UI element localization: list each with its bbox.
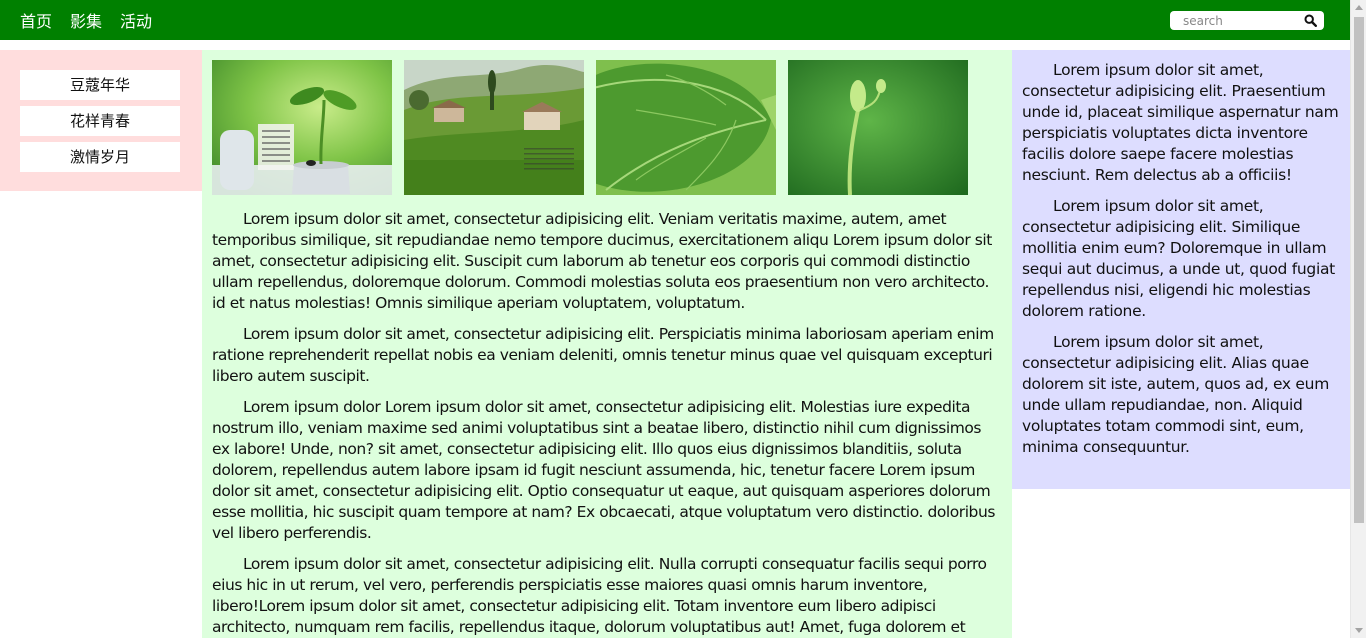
- main-paragraph-1: Lorem ipsum dolor sit amet, consectetur …: [212, 210, 992, 312]
- seedling-calendar-image[interactable]: [212, 60, 392, 195]
- sidebar-item-2[interactable]: 花样青春: [20, 106, 180, 136]
- main-paragraph-3: Lorem ipsum dolor Lorem ipsum dolor sit …: [212, 398, 995, 542]
- page: 首页 影集 活动 豆蔻年华 花样青春 激情岁月: [0, 0, 1366, 638]
- main-paragraph-4: Lorem ipsum dolor sit amet, consectetur …: [212, 555, 987, 636]
- countryside-landscape-image[interactable]: [404, 60, 584, 195]
- nav-item-events[interactable]: 活动: [120, 8, 152, 32]
- main-content: Lorem ipsum dolor sit amet, consectetur …: [202, 50, 1012, 638]
- scroll-down-arrow-icon[interactable]: [1355, 628, 1363, 633]
- main-paragraph-2: Lorem ipsum dolor sit amet, consectetur …: [212, 325, 994, 385]
- nav-item-home[interactable]: 首页: [20, 8, 52, 32]
- left-sidebar: 豆蔻年华 花样青春 激情岁月: [0, 50, 202, 191]
- sidebar-item-3[interactable]: 激情岁月: [20, 142, 180, 172]
- search-icon[interactable]: [1298, 11, 1322, 30]
- top-navbar: 首页 影集 活动: [0, 0, 1350, 40]
- sprout-image[interactable]: [788, 60, 968, 195]
- scrollbar-thumb[interactable]: [1354, 17, 1364, 523]
- aside-paragraph-1: Lorem ipsum dolor sit amet, consectetur …: [1022, 61, 1339, 184]
- nav-item-albums[interactable]: 影集: [70, 8, 102, 32]
- aside-paragraph-3: Lorem ipsum dolor sit amet, consectetur …: [1022, 333, 1329, 456]
- image-gallery: [212, 60, 1002, 195]
- search-input[interactable]: [1170, 12, 1298, 29]
- page-scrollbar[interactable]: [1350, 0, 1366, 638]
- aside-paragraph-2: Lorem ipsum dolor sit amet, consectetur …: [1022, 197, 1335, 320]
- right-sidebar: Lorem ipsum dolor sit amet, consectetur …: [1012, 50, 1350, 489]
- search-box: [1170, 11, 1324, 30]
- scroll-up-arrow-icon[interactable]: [1355, 5, 1363, 10]
- main-nav: 首页 影集 活动: [20, 0, 170, 40]
- leaf-image[interactable]: [596, 60, 776, 195]
- sidebar-item-1[interactable]: 豆蔻年华: [20, 70, 180, 100]
